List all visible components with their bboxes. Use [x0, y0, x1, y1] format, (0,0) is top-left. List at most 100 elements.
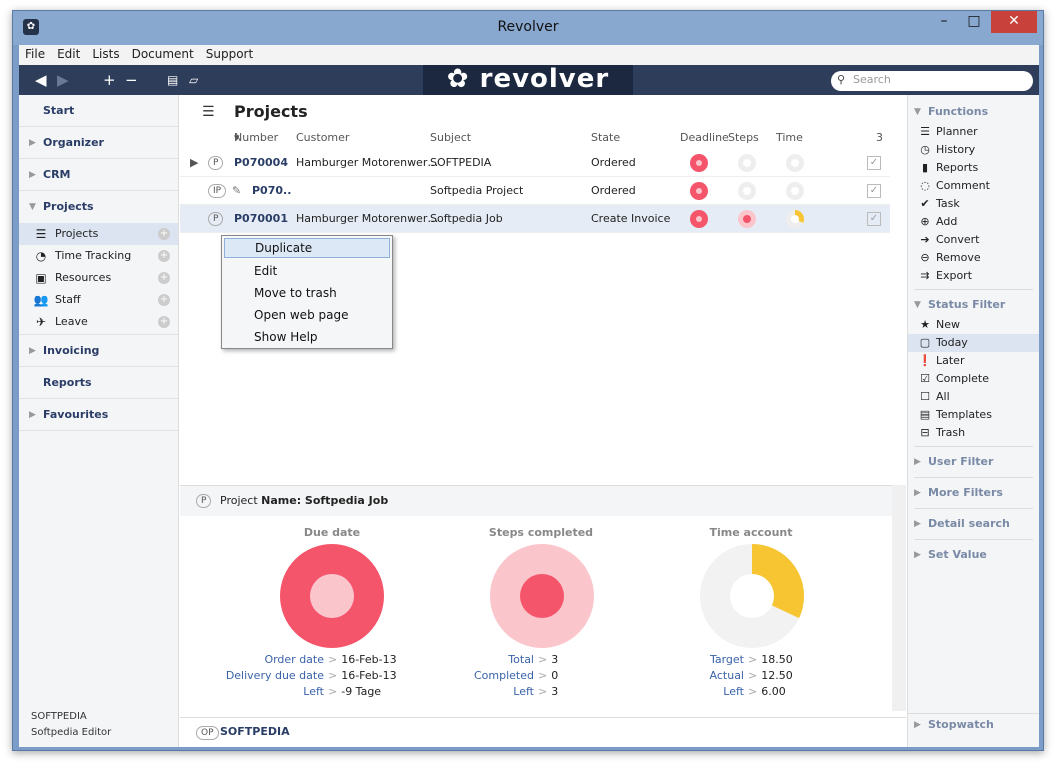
expand-row-icon[interactable]: ▶ [190, 156, 198, 169]
deadline-indicator [690, 154, 708, 172]
sidebar-item-projects[interactable]: ☰ Projects + [19, 223, 178, 245]
project-number[interactable]: P070.. [252, 184, 291, 197]
status-new[interactable]: ★ New [908, 316, 1039, 334]
menu-file[interactable]: File [19, 45, 51, 63]
col-customer[interactable]: Customer [296, 131, 349, 144]
print-icon[interactable]: ▤ [167, 69, 178, 91]
stopwatch-header-label: Stopwatch [928, 718, 994, 731]
function-export[interactable]: ⇉ Export [908, 267, 1039, 285]
col-state[interactable]: State [591, 131, 620, 144]
close-button[interactable]: ✕ [991, 11, 1037, 33]
col-time[interactable]: Time [776, 131, 803, 144]
menu-item-show-help[interactable]: Show Help [222, 326, 392, 348]
function-comment[interactable]: ◌ Comment [908, 177, 1039, 195]
menu-document[interactable]: Document [126, 45, 200, 63]
nav-reports[interactable]: Reports [19, 367, 178, 399]
functions-header-label: Functions [928, 105, 989, 118]
function-planner[interactable]: ☰ Planner [908, 123, 1039, 141]
status-label: All [936, 390, 950, 403]
menu-support[interactable]: Support [200, 45, 259, 63]
table-row[interactable]: IP ✎ P070.. Softpedia Project Ordered ✓ [180, 177, 890, 205]
page-title: ☰ Projects [180, 95, 906, 129]
menu-item-move-to-trash[interactable]: Move to trash [222, 282, 392, 304]
nav-favourites[interactable]: ▶ Favourites [19, 399, 178, 431]
project-number[interactable]: P070001 [234, 212, 288, 225]
sidebar-item-time-tracking[interactable]: ◔ Time Tracking + [19, 245, 178, 267]
bottom-record-name: SOFTPEDIA [220, 725, 290, 738]
expand-triangle-icon: ▶ [29, 346, 36, 356]
divider [914, 289, 1033, 290]
function-task[interactable]: ✔ Task [908, 195, 1039, 213]
user-filter-header[interactable]: ▶ User Filter [908, 451, 1039, 473]
menu-lists[interactable]: Lists [86, 45, 125, 63]
nav-crm[interactable]: ▶ CRM [19, 159, 178, 191]
sidebar-item-staff[interactable]: 👥 Staff + [19, 289, 178, 311]
time-stats: Target >18.50 Actual >12.50 Left >6.00 [650, 652, 793, 700]
function-reports[interactable]: ▮ Reports [908, 159, 1039, 177]
add-icon[interactable]: + [103, 69, 116, 91]
stat-key: Delivery due date [225, 669, 324, 682]
sidebar-item-resources[interactable]: ▣ Resources + [19, 267, 178, 289]
steps-indicator [738, 210, 756, 228]
function-convert[interactable]: ➔ Convert [908, 231, 1039, 249]
set-value-header[interactable]: ▶ Set Value [908, 544, 1039, 566]
function-remove[interactable]: ⊖ Remove [908, 249, 1039, 267]
steps-completed-title: Steps completed [488, 526, 594, 539]
nav-organizer[interactable]: ▶ Organizer [19, 127, 178, 159]
add-resource-icon[interactable]: + [158, 272, 170, 284]
status-filter-header[interactable]: ▼ Status Filter [908, 294, 1039, 316]
bottom-record[interactable]: OP SOFTPEDIA [180, 717, 906, 747]
chevron-right-icon: > [328, 653, 338, 666]
nav-start[interactable]: Start [19, 95, 178, 127]
table-row[interactable]: P P070001 Hamburger Motorenwer… Softpedi… [180, 205, 890, 233]
steps-indicator [738, 182, 756, 200]
menu-item-open-web-page[interactable]: Open web page [222, 304, 392, 326]
back-arrow-icon[interactable]: ◀ [35, 69, 47, 91]
steps-stats: Total >3 Completed >0 Left >3 [440, 652, 558, 700]
stopwatch-header[interactable]: ▶ Stopwatch [908, 713, 1039, 735]
type-badge: P [208, 156, 224, 170]
function-history[interactable]: ◷ History [908, 141, 1039, 159]
table-row[interactable]: ▶ P P070004 Hamburger Motorenwer… SOFTPE… [180, 149, 890, 177]
row-checkbox[interactable]: ✓ [867, 184, 881, 198]
add-leave-icon[interactable]: + [158, 316, 170, 328]
expand-triangle-icon: ▶ [914, 550, 921, 560]
status-complete[interactable]: ☑ Complete [908, 370, 1039, 388]
status-today[interactable]: ▢ Today [908, 334, 1039, 352]
note-icon[interactable]: ▱ [189, 69, 198, 91]
maximize-button[interactable]: □ [959, 11, 989, 33]
nav-invoicing[interactable]: ▶ Invoicing [19, 335, 178, 367]
project-number[interactable]: P070004 [234, 156, 288, 169]
nav-projects[interactable]: ▼ Projects [19, 191, 178, 223]
detail-search-header[interactable]: ▶ Detail search [908, 513, 1039, 535]
minimize-button[interactable]: – [929, 11, 959, 33]
function-label: Add [936, 215, 958, 228]
add-staff-icon[interactable]: + [158, 294, 170, 306]
add-time-icon[interactable]: + [158, 250, 170, 262]
content-area: Start ▶ Organizer ▶ CRM ▼ Projects ☰ Project… [19, 95, 1039, 747]
comment-icon: ◌ [920, 179, 930, 192]
col-deadline[interactable]: Deadline [680, 131, 729, 144]
status-templates[interactable]: ▤ Templates [908, 406, 1039, 424]
remove-icon[interactable]: − [125, 69, 138, 91]
time-indicator [786, 154, 804, 172]
menu-item-duplicate[interactable]: Duplicate [224, 238, 390, 258]
status-all[interactable]: ☐ All [908, 388, 1039, 406]
forward-arrow-icon[interactable]: ▶ [57, 69, 69, 91]
sidebar-item-leave[interactable]: ✈ Leave + [19, 311, 178, 335]
status-trash[interactable]: ⊟ Trash [908, 424, 1039, 442]
customer-cell: Hamburger Motorenwer… [296, 212, 439, 225]
col-subject[interactable]: Subject [430, 131, 471, 144]
detail-scrollbar[interactable] [892, 485, 906, 711]
function-add[interactable]: ⊕ Add [908, 213, 1039, 231]
col-steps[interactable]: Steps [728, 131, 759, 144]
add-project-icon[interactable]: + [158, 228, 170, 240]
row-checkbox[interactable]: ✓ [867, 156, 881, 170]
row-checkbox[interactable]: ✓ [867, 212, 881, 226]
search-input[interactable]: ⚲ Search [831, 71, 1033, 91]
more-filters-header[interactable]: ▶ More Filters [908, 482, 1039, 504]
menu-item-edit[interactable]: Edit [222, 260, 392, 282]
menu-edit[interactable]: Edit [51, 45, 86, 63]
status-later[interactable]: ❗ Later [908, 352, 1039, 370]
functions-header[interactable]: ▼ Functions [908, 101, 1039, 123]
